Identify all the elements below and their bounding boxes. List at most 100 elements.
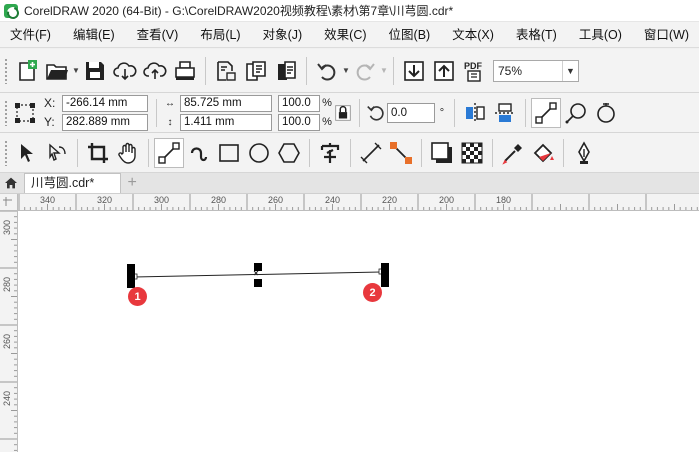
menu-text[interactable]: 文本(X) <box>441 22 505 48</box>
cloud-upload-button[interactable] <box>140 56 170 86</box>
scale-x-input[interactable]: 100.0 <box>278 94 320 112</box>
step-badge: 1 <box>128 287 147 306</box>
selection-handle-middle-right[interactable] <box>381 271 389 279</box>
ruler-label: 200 <box>439 195 455 205</box>
toolbar-separator <box>205 56 206 85</box>
connector-tool-button[interactable] <box>386 138 416 168</box>
transparency-tool-button[interactable] <box>457 138 487 168</box>
mirror-horizontal-button[interactable] <box>460 98 490 128</box>
standard-toolbar: ▼ ▼ ▼ PDF 75% ▼ <box>0 49 699 93</box>
home-tab[interactable] <box>0 173 22 193</box>
selection-handle-bottom-center[interactable] <box>254 279 262 287</box>
vertical-ruler[interactable]: 300 280 260 240 <box>0 211 18 452</box>
degree-label: ° <box>439 106 445 119</box>
new-tab-plus-icon[interactable]: + <box>121 173 143 193</box>
horizontal-ruler[interactable]: 340 320 300 280 260 240 220 200 180 <box>18 194 699 211</box>
window-title: CorelDRAW 2020 (64-Bit) - G:\CorelDRAW20… <box>24 4 454 18</box>
toolbar-grip[interactable] <box>4 139 8 166</box>
toolbar-separator <box>563 138 564 167</box>
polygon-tool-button[interactable] <box>274 138 304 168</box>
ellipse-tool-button[interactable] <box>244 138 274 168</box>
drop-shadow-tool-button[interactable] <box>427 138 457 168</box>
redo-icon <box>356 62 375 80</box>
open-button[interactable] <box>42 56 72 86</box>
import-button[interactable] <box>211 56 241 86</box>
clipboard-button[interactable] <box>271 56 301 86</box>
outline-pen-tool-button[interactable] <box>569 138 599 168</box>
import-file-button[interactable] <box>399 56 429 86</box>
selection-handle-bottom-right[interactable] <box>381 279 389 287</box>
selection-handle-top-right[interactable] <box>381 263 389 271</box>
rotate-icon <box>367 105 384 121</box>
toolbar-separator <box>156 98 157 127</box>
open-dropdown-icon[interactable]: ▼ <box>72 56 80 86</box>
toolbar-grip[interactable] <box>4 57 8 84</box>
drawing-canvas[interactable]: 1 2 <box>18 211 699 452</box>
drop-shadow-icon <box>431 141 452 163</box>
menu-tools[interactable]: 工具(O) <box>568 22 633 48</box>
artistic-media-tool-button[interactable] <box>184 138 214 168</box>
artistic-media-icon <box>190 146 208 161</box>
export-button[interactable] <box>241 56 271 86</box>
property-bar: X: -266.14 mm Y: 282.889 mm ↔ 85.725 mm … <box>0 93 699 133</box>
crop-tool-button[interactable] <box>83 138 113 168</box>
menu-edit[interactable]: 编辑(E) <box>62 22 126 48</box>
menu-object[interactable]: 对象(J) <box>252 22 314 48</box>
object-height-input[interactable]: 1.411 mm <box>180 113 272 131</box>
two-point-line-tool-button[interactable] <box>154 137 184 168</box>
import-icon <box>217 60 236 81</box>
menu-bitmaps[interactable]: 位图(B) <box>378 22 442 48</box>
rotation-icon-button <box>365 98 387 128</box>
zoom-level-select[interactable]: 75% ▼ <box>493 59 579 82</box>
toolbar-separator <box>77 138 78 167</box>
circle-mode-button[interactable] <box>591 98 621 128</box>
object-origin-button[interactable] <box>12 98 38 128</box>
eyedropper-tool-button[interactable] <box>498 138 528 168</box>
selection-handle-top-center[interactable] <box>254 263 262 271</box>
save-button[interactable] <box>80 56 110 86</box>
parallel-dimension-tool-button[interactable] <box>356 138 386 168</box>
menu-layout[interactable]: 布局(L) <box>189 22 251 48</box>
undo-dropdown-icon[interactable]: ▼ <box>342 56 350 86</box>
export-pdf-button[interactable]: PDF <box>459 56 489 86</box>
arc-mode-button[interactable] <box>561 98 591 128</box>
y-position-input[interactable]: 282.889 mm <box>62 113 148 131</box>
object-width-input[interactable]: 85.725 mm <box>180 94 272 112</box>
lock-ratio-button[interactable] <box>332 98 354 128</box>
print-button[interactable] <box>170 56 200 86</box>
menu-view[interactable]: 查看(V) <box>126 22 190 48</box>
pan-tool-button[interactable] <box>113 138 143 168</box>
scale-y-input[interactable]: 100.0 <box>278 113 320 131</box>
shape-tool-button[interactable] <box>42 138 72 168</box>
chevron-down-icon[interactable]: ▼ <box>562 60 578 81</box>
new-document-button[interactable] <box>12 56 42 86</box>
mirror-vertical-button[interactable] <box>490 98 520 128</box>
toolbar-separator <box>393 56 394 85</box>
document-tab[interactable]: 川芎圆.cdr* <box>24 173 122 193</box>
toolbar-grip[interactable] <box>4 99 8 126</box>
rectangle-icon <box>219 143 239 162</box>
percent-label: % <box>322 97 332 109</box>
cloud-upload-icon <box>143 61 167 79</box>
ruler-origin[interactable] <box>0 194 18 211</box>
redo-button[interactable] <box>350 56 380 86</box>
export-file-button[interactable] <box>429 56 459 86</box>
line-mode-button[interactable] <box>531 97 561 128</box>
selection-handle-top-left[interactable] <box>127 264 135 272</box>
selection-handle-middle-left[interactable] <box>127 272 135 280</box>
rotation-angle-input[interactable]: 0.0 <box>387 102 435 123</box>
menu-table[interactable]: 表格(T) <box>505 22 568 48</box>
undo-button[interactable] <box>312 56 342 86</box>
x-position-input[interactable]: -266.14 mm <box>62 94 148 112</box>
menu-effects[interactable]: 效果(C) <box>313 22 377 48</box>
cloud-download-button[interactable] <box>110 56 140 86</box>
text-tool-button[interactable] <box>315 138 345 168</box>
menu-bar: 文件(F) 编辑(E) 查看(V) 布局(L) 对象(J) 效果(C) 位图(B… <box>0 22 699 48</box>
pick-tool-button[interactable] <box>12 138 42 168</box>
redo-dropdown-icon[interactable]: ▼ <box>380 56 388 86</box>
rectangle-tool-button[interactable] <box>214 138 244 168</box>
menu-window[interactable]: 窗口(W) <box>633 22 699 48</box>
interactive-fill-tool-button[interactable] <box>528 138 558 168</box>
menu-file[interactable]: 文件(F) <box>0 22 62 48</box>
ruler-label: 220 <box>382 195 398 205</box>
